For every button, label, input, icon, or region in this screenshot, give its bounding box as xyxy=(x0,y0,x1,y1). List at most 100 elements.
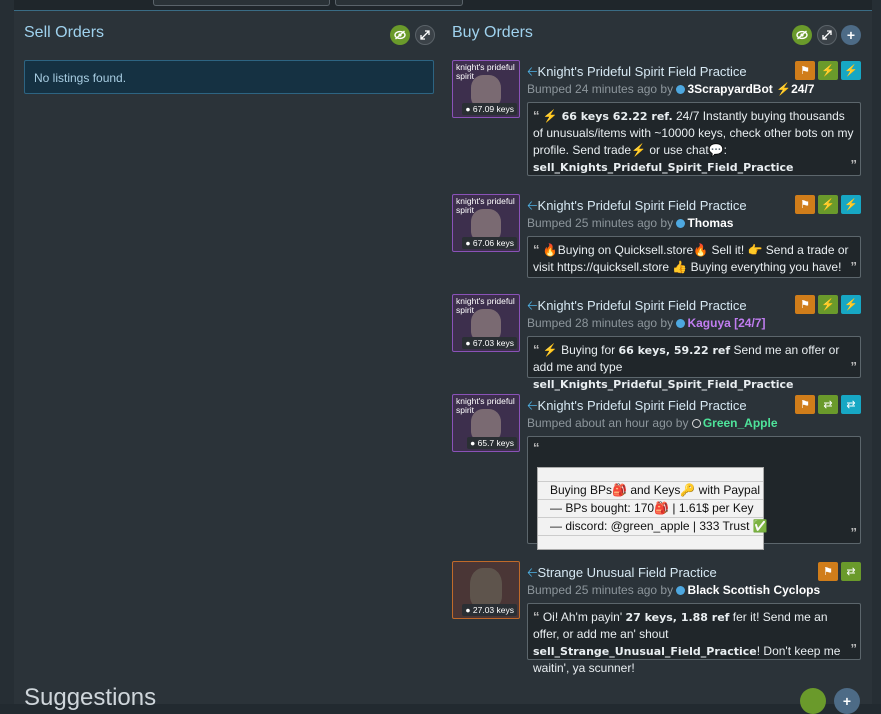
lightning-icon[interactable]: ⚡ xyxy=(841,61,861,80)
lightning-icon[interactable]: ⚡ xyxy=(841,195,861,214)
lightning-icon: ⚡ xyxy=(776,82,792,96)
price-value: 65.7 keys xyxy=(477,438,514,448)
user-link[interactable]: Black Scottish Cyclops xyxy=(687,583,820,597)
listing-title-text: Knight's Prideful Spirit Field Practice xyxy=(537,398,747,413)
flag-icon[interactable]: ⚑ xyxy=(795,295,815,314)
fire-icon: 🔥 xyxy=(693,243,709,257)
user-link[interactable]: Green_Apple xyxy=(703,416,778,430)
chat-icon: 💬 xyxy=(708,143,724,157)
user-suffix: 24/7 xyxy=(791,82,815,96)
flag-icon[interactable]: ⚑ xyxy=(795,195,815,214)
price-tag: ● 67.06 keys xyxy=(462,237,517,249)
message-text: Oi! Ah'm payin' xyxy=(542,610,626,624)
thumbs-up-icon: 👍 xyxy=(672,260,688,274)
eye-slash-icon[interactable] xyxy=(390,25,410,45)
command-text: sell_Strange_Unusual_Field_Practice xyxy=(533,645,757,658)
flag-icon[interactable]: ⚑ xyxy=(795,395,815,414)
bump-text: Bumped 25 minutes ago by xyxy=(527,216,674,230)
price-tag: ● 67.03 keys xyxy=(462,337,517,349)
quote-open-icon: “ xyxy=(533,440,540,455)
quote-open-icon: “ xyxy=(533,342,540,357)
listing-actions: ⚑ ⚡ ⚡ xyxy=(795,295,861,314)
item-icon-knights-prideful-spirit[interactable]: knight's prideful spirit ● 67.09 keys xyxy=(452,60,520,118)
arrow-left-icon: 🡠 xyxy=(527,198,538,213)
eye-slash-icon[interactable] xyxy=(800,688,826,714)
item-icon-knights-prideful-spirit[interactable]: knight's prideful spirit ● 65.7 keys xyxy=(452,394,520,452)
quote-open-icon: “ xyxy=(533,609,540,624)
box-row: — discord: @green_apple | 333 Trust ✅ xyxy=(538,518,768,536)
price-tag: ● 67.09 keys xyxy=(462,103,517,115)
quote-open-icon: “ xyxy=(533,242,540,257)
bump-line: Bumped 25 minutes ago by Black Scottish … xyxy=(527,583,820,597)
bump-text: Bumped 28 minutes ago by xyxy=(527,316,674,330)
eye-slash-icon[interactable] xyxy=(792,25,812,45)
lightning-icon: ⚡ xyxy=(542,109,558,123)
status-dot xyxy=(676,319,686,328)
plus-icon[interactable]: + xyxy=(834,688,860,714)
item-icon-strange-unusual[interactable]: ● 27.03 keys xyxy=(452,561,520,619)
box-text: Buying BPs xyxy=(550,483,613,497)
fire-icon: 🔥 xyxy=(542,243,558,257)
arrow-left-icon: 🡠 xyxy=(527,398,538,413)
bump-line: Bumped about an hour ago by Green_Apple xyxy=(527,416,778,430)
backpack-icon: 🎒 xyxy=(654,501,670,515)
price-tag: ● 27.03 keys xyxy=(462,604,517,616)
listing-message: “ ⚡ 66 keys 62.22 ref. 24/7 Instantly bu… xyxy=(527,102,861,176)
right-scroll-gutter xyxy=(872,0,881,704)
no-listings-alert: No listings found. xyxy=(24,60,434,94)
price-value: 27.03 keys xyxy=(472,605,514,615)
lightning-icon[interactable]: ⚡ xyxy=(818,295,838,314)
swap-arrows-icon[interactable]: ⇄ xyxy=(841,395,861,414)
price-bold: 66 keys, 59.22 ref xyxy=(618,344,731,357)
expand-icon[interactable] xyxy=(817,25,837,45)
status-dot xyxy=(676,219,686,228)
box-text: and Keys xyxy=(627,483,681,497)
message-text: Sell it! xyxy=(708,243,748,257)
swap-arrows-icon[interactable]: ⇄ xyxy=(818,395,838,414)
expand-icon[interactable] xyxy=(415,25,435,45)
key-icon: 🔑 xyxy=(680,483,696,497)
lightning-icon[interactable]: ⚡ xyxy=(818,195,838,214)
item-icon-knights-prideful-spirit[interactable]: knight's prideful spirit ● 67.06 keys xyxy=(452,194,520,252)
top-strip xyxy=(14,0,872,11)
command-text: sell_Knights_Prideful_Spirit_Field_Pract… xyxy=(533,161,794,174)
sell-orders-title: Sell Orders xyxy=(24,24,105,41)
lightning-icon[interactable]: ⚡ xyxy=(841,295,861,314)
arrow-left-icon: 🡠 xyxy=(527,64,538,79)
user-link[interactable]: 3ScrapyardBot xyxy=(687,82,772,96)
listing-actions: ⚑ ⇄ xyxy=(818,562,861,581)
listing-title-text: Strange Unusual Field Practice xyxy=(537,565,717,580)
listing-message: “ 🔥Buying on Quicksell.store🔥 Sell it! 👉… xyxy=(527,236,861,278)
listing-message: “ Buying BPs🎒 and Keys🔑 with Paypal — BP… xyxy=(527,436,861,550)
price-value: 67.09 keys xyxy=(472,104,514,114)
swap-arrows-icon[interactable]: ⇄ xyxy=(841,562,861,581)
top-filter-button-2[interactable] xyxy=(335,0,463,6)
box-text: with Paypal xyxy=(695,483,761,497)
backpack-icon: 🎒 xyxy=(612,483,627,497)
ascii-box: Buying BPs🎒 and Keys🔑 with Paypal — BPs … xyxy=(537,467,768,550)
plus-icon[interactable]: + xyxy=(841,25,861,45)
bump-text: Bumped 25 minutes ago by xyxy=(527,583,674,597)
box-row: Buying BPs🎒 and Keys🔑 with Paypal xyxy=(538,482,763,500)
box-text: — BPs bought: 170 xyxy=(550,501,655,515)
listing-actions: ⚑ ⚡ ⚡ xyxy=(795,61,861,80)
box-text: — discord: @green_apple | 333 Trust xyxy=(550,519,750,533)
price-tag: ● 65.7 keys xyxy=(467,437,517,449)
flag-icon[interactable]: ⚑ xyxy=(795,61,815,80)
message-text: Buying for xyxy=(557,343,619,357)
top-filter-button-1[interactable] xyxy=(153,0,330,6)
flag-icon[interactable]: ⚑ xyxy=(818,562,838,581)
left-gutter xyxy=(0,0,14,704)
user-link[interactable]: Kaguya [24/7] xyxy=(687,316,765,330)
user-link[interactable]: Thomas xyxy=(687,216,733,230)
quote-open-icon: “ xyxy=(533,108,540,123)
lightning-icon[interactable]: ⚡ xyxy=(818,61,838,80)
listing-actions: ⚑ ⇄ ⇄ xyxy=(795,395,861,414)
arrow-left-icon: 🡠 xyxy=(527,565,538,580)
item-icon-knights-prideful-spirit[interactable]: knight's prideful spirit ● 67.03 keys xyxy=(452,294,520,352)
price-bold: 27 keys, 1.88 ref xyxy=(625,611,730,624)
command-text: sell_Knights_Prideful_Spirit_Field_Pract… xyxy=(533,378,794,391)
status-dot xyxy=(691,419,701,428)
box-row: — BPs bought: 170🎒 | 1.61$ per Key xyxy=(538,500,763,518)
message-text: : xyxy=(723,143,728,157)
